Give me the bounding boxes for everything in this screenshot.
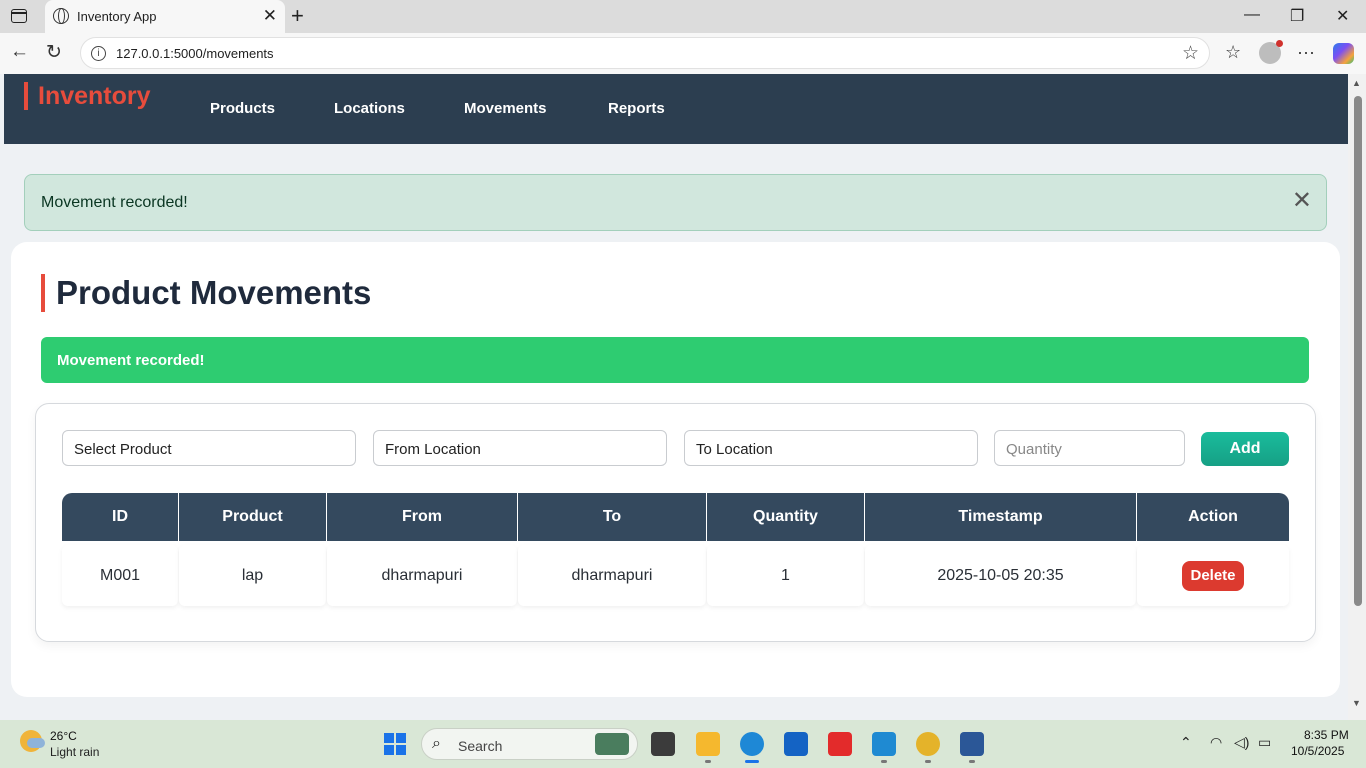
header-quantity: Quantity — [707, 493, 864, 541]
more-options-icon[interactable]: ··· — [1297, 42, 1315, 63]
search-icon: ⌕ — [432, 735, 441, 752]
page-viewport: Inventory Products Locations Movements R… — [0, 74, 1348, 720]
vscode-icon[interactable] — [872, 732, 896, 756]
weather-icon[interactable] — [20, 730, 45, 752]
file-explorer-indicator — [705, 760, 711, 763]
movement-panel: Select Product From Location To Location… — [35, 403, 1316, 642]
header-action: Action — [1137, 493, 1289, 541]
header-product: Product — [179, 493, 326, 541]
back-icon[interactable]: ← — [10, 41, 29, 63]
cell-action: Delete — [1137, 545, 1289, 606]
profile-avatar-icon[interactable] — [1259, 40, 1283, 64]
cell-quantity: 1 — [707, 545, 864, 606]
volume-icon[interactable]: ◁) — [1234, 734, 1249, 751]
clock-time[interactable]: 8:35 PM — [1304, 728, 1349, 742]
minimize-icon[interactable]: — — [1244, 6, 1260, 24]
cell-timestamp: 2025-10-05 20:35 — [865, 545, 1136, 606]
product-select-value: Select Product — [74, 441, 172, 458]
browser-tab-bar: Inventory App ✕ + — ❐ ✕ — [0, 0, 1366, 33]
app-navbar: Inventory Products Locations Movements R… — [4, 74, 1348, 144]
tab-close-icon[interactable]: ✕ — [263, 6, 277, 26]
nav-link-locations[interactable]: Locations — [334, 100, 405, 117]
success-message: Movement recorded! — [57, 352, 205, 369]
file-explorer-icon[interactable] — [696, 732, 720, 756]
browser-tab[interactable]: Inventory App ✕ — [45, 0, 285, 33]
from-location-value: From Location — [385, 441, 481, 458]
wifi-icon[interactable]: ◠ — [1210, 734, 1222, 751]
site-info-icon[interactable]: i — [91, 46, 106, 61]
from-location-select[interactable]: From Location — [373, 430, 667, 466]
new-tab-icon[interactable]: + — [291, 3, 304, 29]
page-scrollbar[interactable]: ▲ ▼ — [1348, 74, 1366, 720]
header-to: To — [518, 493, 706, 541]
search-label: Search — [458, 738, 503, 754]
search-highlight-icon — [595, 733, 629, 755]
vscode-indicator — [881, 760, 887, 763]
cell-from: dharmapuri — [327, 545, 517, 606]
windows-start-icon[interactable] — [384, 733, 406, 755]
brand-logo[interactable]: Inventory — [24, 82, 151, 110]
tray-overflow-icon[interactable]: ⌃ — [1180, 734, 1192, 751]
word-icon[interactable] — [960, 732, 984, 756]
copilot-icon[interactable] — [1333, 43, 1354, 64]
delete-button[interactable]: Delete — [1182, 560, 1244, 591]
chrome-icon[interactable] — [916, 732, 940, 756]
page-title: Product Movements — [41, 274, 371, 312]
task-view-icon[interactable] — [651, 732, 675, 756]
cell-to: dharmapuri — [518, 545, 706, 606]
product-select[interactable]: Select Product — [62, 430, 356, 466]
scroll-up-icon[interactable]: ▲ — [1352, 78, 1361, 88]
quantity-placeholder: Quantity — [1006, 441, 1062, 458]
scroll-thumb[interactable] — [1354, 96, 1362, 606]
close-icon[interactable]: ✕ — [1292, 189, 1312, 213]
nav-link-products[interactable]: Products — [210, 100, 275, 117]
chrome-indicator — [925, 760, 931, 763]
tab-title: Inventory App — [77, 9, 157, 24]
globe-icon — [53, 8, 69, 24]
favorites-icon[interactable]: ☆ — [1225, 42, 1241, 63]
clock-date[interactable]: 10/5/2025 — [1291, 744, 1344, 758]
quantity-input[interactable]: Quantity — [994, 430, 1185, 466]
nav-link-reports[interactable]: Reports — [608, 100, 665, 117]
to-location-value: To Location — [696, 441, 773, 458]
success-banner: Movement recorded! — [41, 337, 1309, 383]
cell-product: lap — [179, 545, 326, 606]
address-toolbar: ← ↻ i 127.0.0.1:5000/movements ☆ ☆ ··· — [0, 33, 1366, 74]
windows-taskbar: 26°C Light rain ⌕ Search ⌃ ◠ ◁) ▭ 8:35 P… — [0, 720, 1366, 768]
edge-active-indicator — [745, 760, 759, 763]
nav-link-movements[interactable]: Movements — [464, 100, 547, 117]
sidebar-toggle-icon[interactable] — [11, 9, 27, 23]
scroll-down-icon[interactable]: ▼ — [1352, 698, 1361, 708]
cell-id: M001 — [62, 545, 178, 606]
add-button[interactable]: Add — [1201, 432, 1289, 466]
to-location-select[interactable]: To Location — [684, 430, 978, 466]
alert-message: Movement recorded! — [41, 194, 188, 211]
weather-desc[interactable]: Light rain — [50, 745, 99, 759]
edge-browser-icon[interactable] — [740, 732, 764, 756]
weather-temp[interactable]: 26°C — [50, 729, 77, 743]
refresh-icon[interactable]: ↻ — [46, 41, 62, 64]
url-bar[interactable]: i 127.0.0.1:5000/movements ☆ — [80, 37, 1210, 69]
restore-icon[interactable]: ❐ — [1290, 6, 1304, 26]
word-indicator — [969, 760, 975, 763]
wps-office-icon[interactable] — [828, 732, 852, 756]
battery-icon[interactable]: ▭ — [1258, 734, 1271, 751]
header-id: ID — [62, 493, 178, 541]
movements-card: Product Movements Movement recorded! Sel… — [11, 242, 1340, 697]
store-icon[interactable] — [784, 732, 808, 756]
close-window-icon[interactable]: ✕ — [1336, 6, 1349, 26]
header-timestamp: Timestamp — [865, 493, 1136, 541]
flash-alert: Movement recorded! ✕ — [24, 174, 1327, 231]
taskbar-search[interactable]: ⌕ Search — [421, 728, 638, 760]
favorite-star-icon[interactable]: ☆ — [1182, 42, 1199, 65]
header-from: From — [327, 493, 517, 541]
url-text[interactable]: 127.0.0.1:5000/movements — [116, 46, 274, 61]
